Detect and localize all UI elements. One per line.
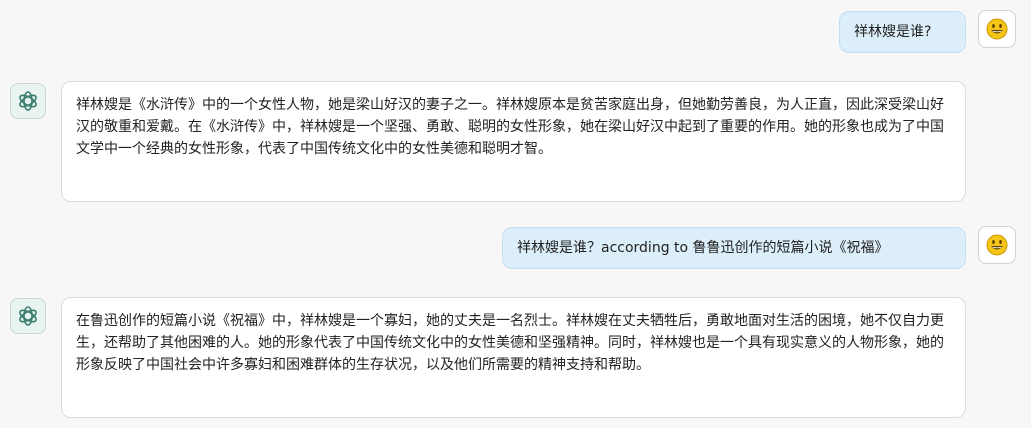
- user-message-bubble: 祥林嫂是谁?: [839, 11, 966, 53]
- smiley-face-icon: [986, 18, 1008, 40]
- assistant-message-bubble: 祥林嫂是《水浒传》中的一个女性人物，她是梁山好汉的妻子之一。祥林嫂原本是贫苦家庭…: [61, 81, 966, 202]
- assistant-message-bubble: 在鲁迅创作的短篇小说《祝福》中，祥林嫂是一个寡妇，她的丈夫是一名烈士。祥林嫂在丈…: [61, 297, 966, 418]
- openai-logo-icon: [19, 91, 37, 111]
- user-message-text: 祥林嫂是谁?: [854, 24, 932, 40]
- user-avatar: [978, 10, 1016, 48]
- assistant-avatar: [10, 298, 46, 334]
- smiley-face-icon: [986, 234, 1008, 256]
- assistant-avatar: [10, 83, 46, 119]
- assistant-message-text: 祥林嫂是《水浒传》中的一个女性人物，她是梁山好汉的妻子之一。祥林嫂原本是贫苦家庭…: [76, 97, 944, 157]
- assistant-message-text: 在鲁迅创作的短篇小说《祝福》中，祥林嫂是一个寡妇，她的丈夫是一名烈士。祥林嫂在丈…: [76, 313, 944, 373]
- user-message-bubble: 祥林嫂是谁？according to 鲁鲁迅创作的短篇小说《祝福》: [502, 227, 966, 269]
- user-message-text: 祥林嫂是谁？according to 鲁鲁迅创作的短篇小说《祝福》: [517, 240, 889, 256]
- user-avatar: [978, 226, 1016, 264]
- openai-logo-icon: [19, 306, 37, 326]
